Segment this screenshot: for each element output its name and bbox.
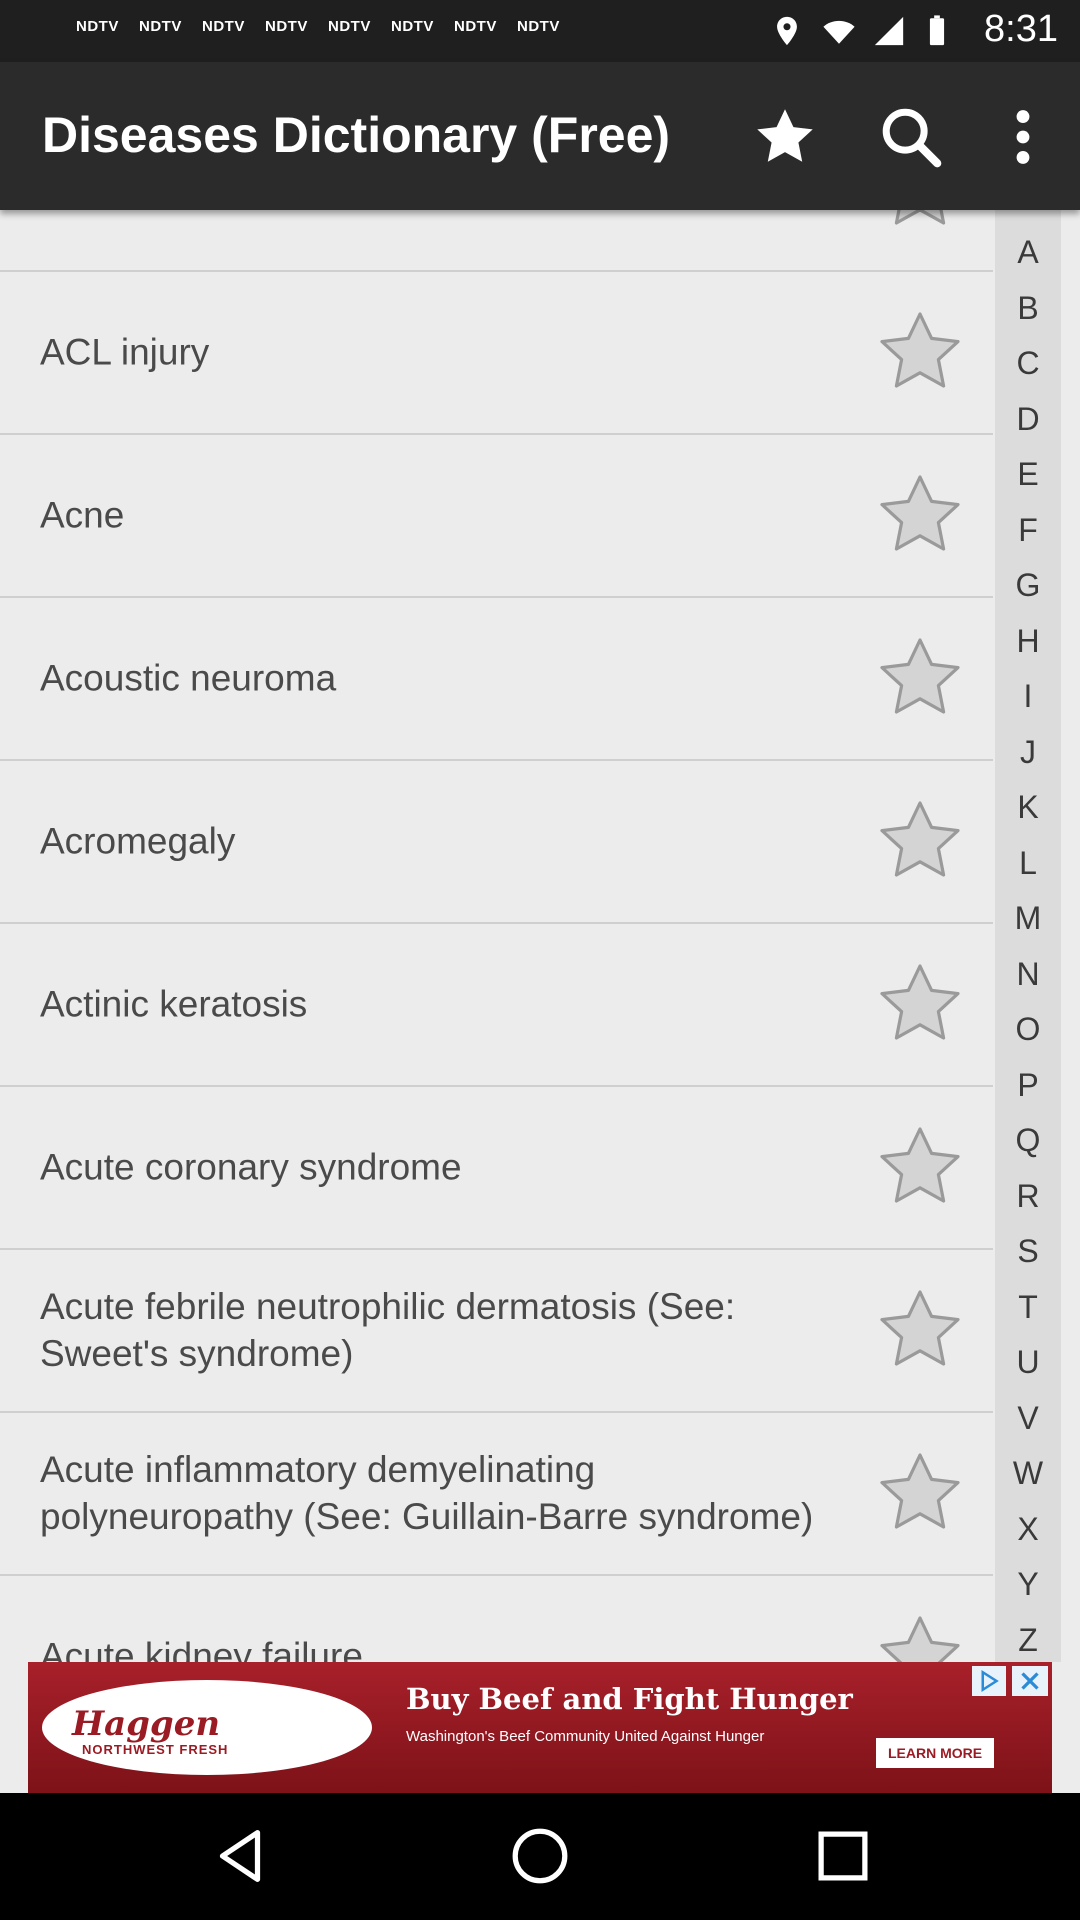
index-letter[interactable]: U — [995, 1342, 1061, 1382]
disease-name: ACL injury — [40, 331, 210, 372]
ad-close-icon[interactable] — [1012, 1666, 1048, 1696]
index-letter[interactable]: H — [995, 621, 1061, 661]
disease-row[interactable]: ACL injury — [0, 270, 993, 435]
favorite-star-icon[interactable] — [872, 630, 968, 726]
notification-icon: NDTV — [328, 18, 371, 35]
disease-row[interactable]: Acute febrile neutrophilic dermatosis (S… — [0, 1248, 993, 1413]
index-letter[interactable]: V — [995, 1398, 1061, 1438]
index-letter[interactable]: T — [995, 1287, 1061, 1327]
index-letter[interactable]: R — [995, 1176, 1061, 1216]
disease-row[interactable]: Actinic keratosis — [0, 922, 993, 1087]
favorite-star-icon[interactable] — [872, 304, 968, 400]
index-letter[interactable]: F — [995, 510, 1061, 550]
index-letter[interactable]: A — [995, 232, 1061, 272]
disease-row[interactable] — [0, 210, 993, 272]
index-letter[interactable]: J — [995, 732, 1061, 772]
disease-name: Acute inflammatory demyelinating polyneu… — [40, 1448, 814, 1537]
index-letter[interactable]: L — [995, 843, 1061, 883]
favorite-star-icon[interactable] — [872, 1282, 968, 1378]
favorite-star-icon[interactable] — [872, 1119, 968, 1215]
search-icon[interactable] — [876, 102, 946, 172]
ad-headline: Buy Beef and Fight Hunger — [406, 1682, 853, 1716]
favorite-star-icon[interactable] — [872, 956, 968, 1052]
favorite-star-icon[interactable] — [872, 1445, 968, 1541]
disease-row[interactable]: Acne — [0, 433, 993, 598]
index-letter[interactable]: S — [995, 1231, 1061, 1271]
index-letter[interactable]: K — [995, 787, 1061, 827]
index-letter[interactable]: Q — [995, 1120, 1061, 1160]
favorite-star-icon[interactable] — [872, 210, 968, 237]
disease-row[interactable]: Acute kidney failure — [0, 1574, 993, 1662]
notification-icon: NDTV — [454, 18, 497, 35]
ad-choices-icon[interactable] — [972, 1666, 1006, 1696]
wifi-icon — [823, 20, 855, 44]
index-letter[interactable]: W — [995, 1453, 1061, 1493]
ad-brand-sub: NORTHWEST FRESH — [82, 1742, 229, 1757]
index-letter[interactable]: P — [995, 1065, 1061, 1105]
notification-icon: NDTV — [265, 18, 308, 35]
disease-name: Acoustic neuroma — [40, 657, 337, 698]
index-letter[interactable]: I — [995, 676, 1061, 716]
ad-subtext: Washington's Beef Community United Again… — [406, 1728, 765, 1745]
notification-icon: NDTV — [517, 18, 560, 35]
home-icon[interactable] — [505, 1821, 575, 1891]
index-letter[interactable]: E — [995, 454, 1061, 494]
alphabet-index[interactable]: ABCDEFGHIJKLMNOPQRSTUVWXYZ — [995, 210, 1061, 1662]
ad-brand: Haggen — [72, 1704, 221, 1744]
index-letter[interactable]: X — [995, 1509, 1061, 1549]
disease-list: ACL injury Acne Acoustic neuroma Acromegaly… — [0, 210, 993, 1662]
notification-icon: NDTV — [202, 18, 245, 35]
index-letter[interactable]: N — [995, 954, 1061, 994]
index-letter[interactable]: G — [995, 565, 1061, 605]
overflow-menu-icon[interactable] — [988, 102, 1058, 172]
signal-icon — [874, 16, 904, 46]
notification-icon: NDTV — [76, 18, 119, 35]
favorite-star-icon[interactable] — [872, 793, 968, 889]
battery-icon — [929, 15, 945, 46]
disease-name: Acute febrile neutrophilic dermatosis (S… — [40, 1285, 736, 1374]
index-letter[interactable]: Y — [995, 1564, 1061, 1604]
disease-name: Acne — [40, 494, 125, 535]
status-bar: NDTV NDTV NDTV NDTV NDTV NDTV NDTV NDTV 8:31 — [0, 0, 1080, 62]
favorites-star-icon[interactable] — [750, 102, 820, 172]
index-letter[interactable]: D — [995, 399, 1061, 439]
favorite-star-icon[interactable] — [872, 1608, 968, 1663]
status-time: 8:31 — [984, 8, 1058, 50]
index-letter[interactable]: Z — [995, 1620, 1061, 1660]
index-letter[interactable]: B — [995, 288, 1061, 328]
navigation-bar — [0, 1793, 1080, 1920]
recents-icon[interactable] — [808, 1821, 878, 1891]
ad-logo: Haggen NORTHWEST FRESH — [42, 1680, 372, 1775]
index-letter[interactable]: C — [995, 343, 1061, 383]
notification-icon: NDTV — [139, 18, 182, 35]
back-icon[interactable] — [205, 1821, 275, 1891]
disease-name: Acromegaly — [40, 820, 236, 861]
app-bar: Diseases Dictionary (Free) — [0, 62, 1080, 210]
disease-row[interactable]: Acromegaly — [0, 759, 993, 924]
ad-learn-more-button[interactable]: LEARN MORE — [876, 1738, 995, 1768]
location-icon — [777, 16, 797, 46]
app-title: Diseases Dictionary (Free) — [42, 107, 671, 163]
favorite-star-icon[interactable] — [872, 467, 968, 563]
disease-name: Acute coronary syndrome — [40, 1146, 462, 1187]
disease-row[interactable]: Acute inflammatory demyelinating polyneu… — [0, 1411, 993, 1576]
disease-name: Actinic keratosis — [40, 983, 308, 1024]
index-letter[interactable]: M — [995, 898, 1061, 938]
notification-icon: NDTV — [391, 18, 434, 35]
disease-name: Acute kidney failure — [40, 1635, 363, 1662]
disease-row[interactable]: Acute coronary syndrome — [0, 1085, 993, 1250]
disease-row[interactable]: Acoustic neuroma — [0, 596, 993, 761]
index-letter[interactable]: O — [995, 1009, 1061, 1049]
ad-banner[interactable]: Haggen NORTHWEST FRESH Buy Beef and Figh… — [28, 1662, 1052, 1793]
